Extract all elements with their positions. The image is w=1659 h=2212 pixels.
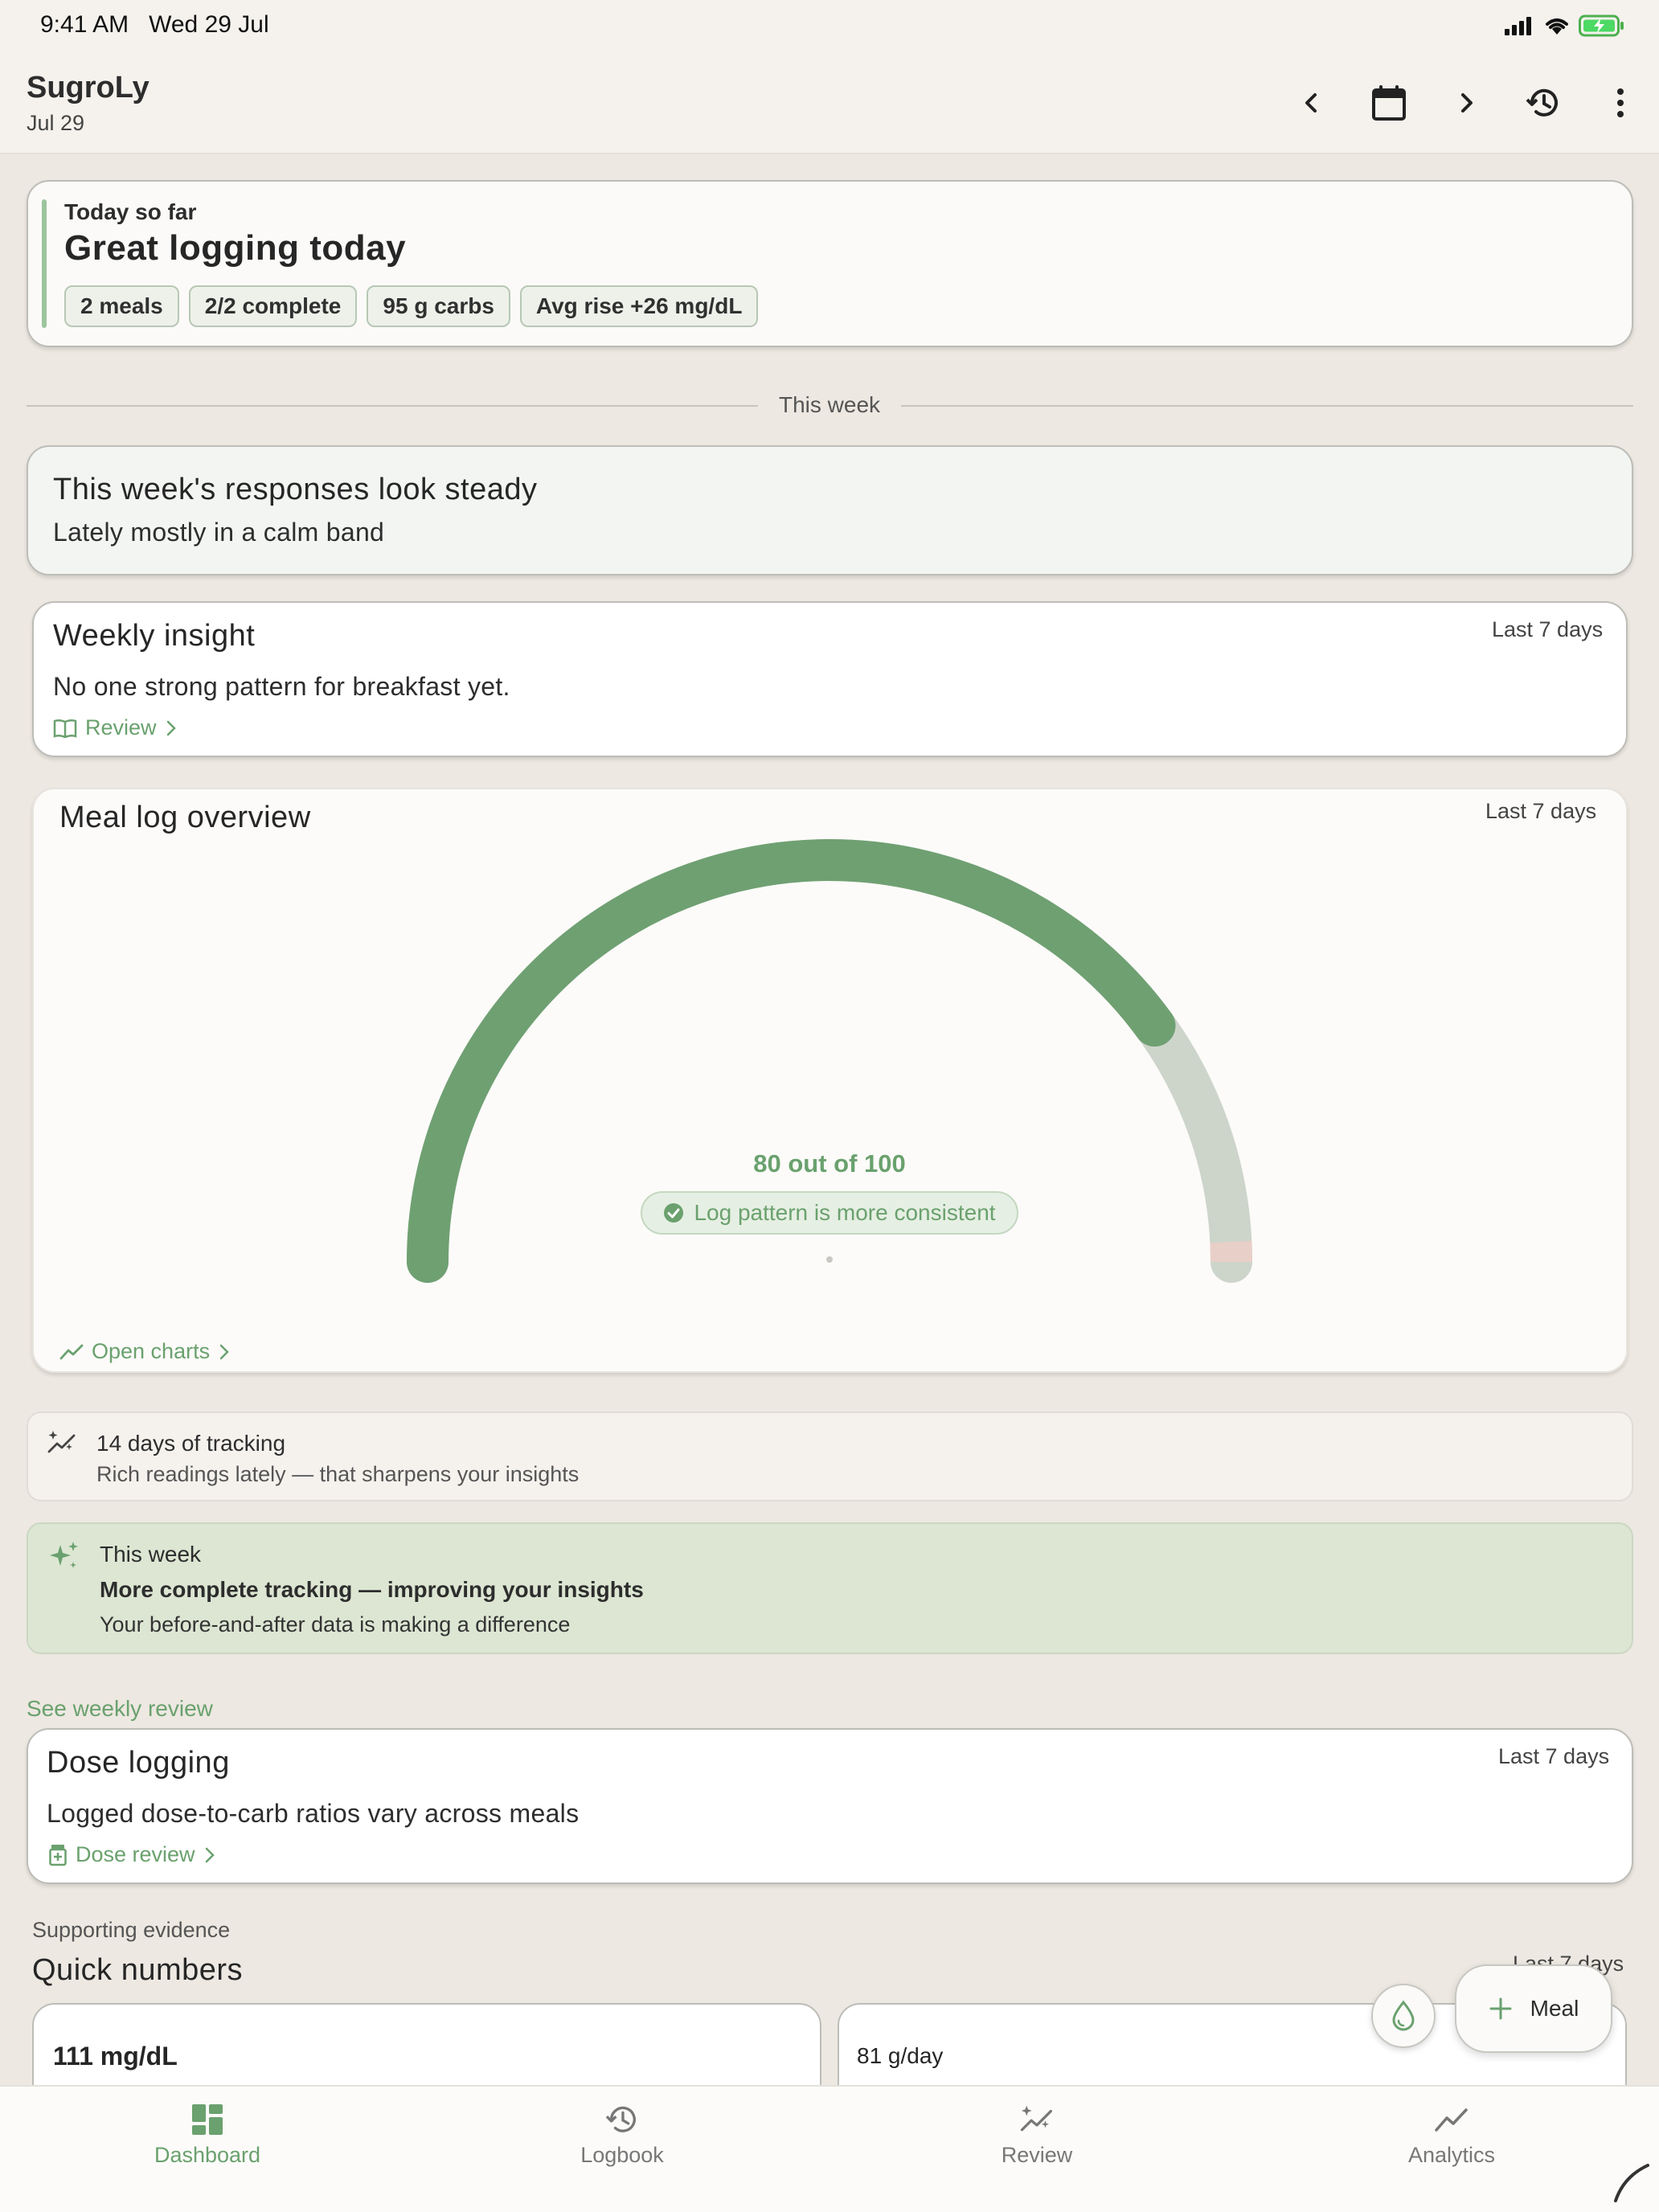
steady-title: This week's responses look steady bbox=[53, 473, 538, 506]
chevron-right-icon bbox=[1461, 93, 1473, 113]
chevron-right-icon bbox=[205, 1847, 215, 1862]
log-glucose-button[interactable] bbox=[1371, 1984, 1436, 2048]
nav-dashboard[interactable]: Dashboard bbox=[0, 2087, 415, 2212]
divider-right bbox=[901, 405, 1633, 407]
week-note-label: This week bbox=[100, 1542, 202, 1567]
plus-icon bbox=[1489, 1997, 1512, 2020]
chip-avg-rise: Avg rise +26 mg/dL bbox=[519, 285, 759, 327]
chip-meals: 2 meals bbox=[64, 285, 179, 327]
history-icon bbox=[1526, 88, 1558, 117]
steady-summary-card bbox=[27, 445, 1633, 576]
book-icon bbox=[53, 719, 77, 738]
tracking-title: 14 days of tracking bbox=[96, 1431, 286, 1456]
weekly-insight-title: Weekly insight bbox=[53, 619, 256, 653]
dose-title: Dose logging bbox=[47, 1746, 230, 1780]
consistency-pill-label: Log pattern is more consistent bbox=[694, 1200, 996, 1225]
open-charts-label: Open charts bbox=[92, 1339, 211, 1363]
steady-subtitle: Lately mostly in a calm band bbox=[53, 518, 385, 547]
dose-range: Last 7 days bbox=[1498, 1744, 1610, 1768]
app-title: SugroLy bbox=[27, 71, 150, 104]
see-weekly-review-link[interactable]: See weekly review bbox=[27, 1696, 213, 1722]
page-indicator-dot bbox=[826, 1256, 833, 1263]
chevron-right-icon bbox=[219, 1344, 229, 1359]
wifi-icon bbox=[1546, 18, 1568, 35]
calendar-button[interactable] bbox=[1363, 77, 1415, 129]
trend-icon bbox=[1435, 2108, 1468, 2132]
add-meal-label: Meal bbox=[1530, 1996, 1579, 2021]
signal-icon bbox=[1505, 17, 1531, 35]
pencil-hover-indicator bbox=[1614, 2164, 1649, 2202]
review-link-label: Review bbox=[85, 715, 157, 739]
chip-carbs: 95 g carbs bbox=[367, 285, 510, 327]
status-time: 9:41 AM Wed 29 Jul bbox=[40, 11, 269, 38]
week-note-title: More complete tracking — improving your … bbox=[100, 1577, 644, 1602]
overview-title: Meal log overview bbox=[59, 801, 311, 834]
tracking-days-card bbox=[27, 1411, 1633, 1501]
supporting-evidence-label: Supporting evidence bbox=[32, 1918, 231, 1942]
dose-review-link[interactable]: Dose review bbox=[48, 1842, 216, 1867]
gauge-score-text: 80 out of 100 bbox=[753, 1149, 906, 1178]
quick-numbers-title: Quick numbers bbox=[32, 1953, 244, 1987]
more-menu-button[interactable] bbox=[1595, 77, 1646, 129]
open-charts-link[interactable]: Open charts bbox=[59, 1339, 231, 1364]
bottom-navigation: Dashboard Logbook Review Analytics bbox=[0, 2085, 1659, 2212]
sparkles-icon bbox=[50, 1542, 78, 1568]
nav-logbook[interactable]: Logbook bbox=[415, 2087, 830, 2212]
today-title: Great logging today bbox=[64, 228, 407, 268]
today-accent-bar bbox=[42, 199, 47, 328]
nav-analytics[interactable]: Analytics bbox=[1244, 2087, 1659, 2212]
header-date: Jul 29 bbox=[27, 111, 85, 135]
today-label: Today so far bbox=[64, 199, 197, 224]
chevron-left-icon bbox=[1305, 93, 1317, 113]
battery-icon bbox=[1579, 14, 1624, 37]
sparkle-trend-icon bbox=[1020, 2105, 1052, 2132]
dashboard-icon bbox=[192, 2104, 223, 2135]
check-circle-icon bbox=[664, 1203, 684, 1223]
drop-icon bbox=[1392, 2000, 1415, 2031]
medication-icon bbox=[49, 1844, 67, 1866]
chevron-right-icon bbox=[166, 720, 176, 735]
sparkle-trend-icon bbox=[47, 1431, 76, 1453]
status-icons bbox=[1503, 14, 1625, 37]
overview-range: Last 7 days bbox=[1485, 799, 1597, 823]
add-meal-button[interactable]: Meal bbox=[1455, 1964, 1612, 2053]
section-divider-label: This week bbox=[778, 392, 881, 417]
consistency-pill: Log pattern is more consistent bbox=[641, 1191, 1018, 1235]
calendar-icon bbox=[1372, 85, 1406, 121]
trend-icon bbox=[59, 1344, 84, 1359]
weekly-insight-body: No one strong pattern for breakfast yet. bbox=[53, 672, 510, 701]
next-day-button[interactable] bbox=[1440, 77, 1492, 129]
nav-dashboard-label: Dashboard bbox=[154, 2143, 261, 2167]
previous-day-button[interactable] bbox=[1286, 77, 1337, 129]
review-link[interactable]: Review bbox=[53, 715, 178, 740]
quick-number-value: 111 mg/dL bbox=[53, 2042, 178, 2071]
dose-body: Logged dose-to-carb ratios vary across m… bbox=[47, 1799, 580, 1828]
divider-left bbox=[27, 405, 758, 407]
week-note-subtitle: Your before-and-after data is making a d… bbox=[100, 1612, 571, 1636]
chip-complete: 2/2 complete bbox=[188, 285, 358, 327]
nav-review-label: Review bbox=[1001, 2143, 1073, 2167]
nav-review[interactable]: Review bbox=[830, 2087, 1244, 2212]
history-button[interactable] bbox=[1518, 77, 1569, 129]
history-icon bbox=[605, 2106, 636, 2132]
today-chips: 2 meals 2/2 complete 95 g carbs Avg rise… bbox=[64, 285, 759, 327]
tracking-subtitle: Rich readings lately — that sharpens you… bbox=[96, 1462, 580, 1486]
dose-review-label: Dose review bbox=[76, 1842, 195, 1866]
nav-logbook-label: Logbook bbox=[580, 2143, 664, 2167]
more-vertical-icon bbox=[1617, 88, 1624, 117]
quick-number-value: 81 g/day bbox=[857, 2043, 944, 2068]
nav-analytics-label: Analytics bbox=[1407, 2143, 1496, 2167]
weekly-insight-range: Last 7 days bbox=[1492, 617, 1604, 641]
